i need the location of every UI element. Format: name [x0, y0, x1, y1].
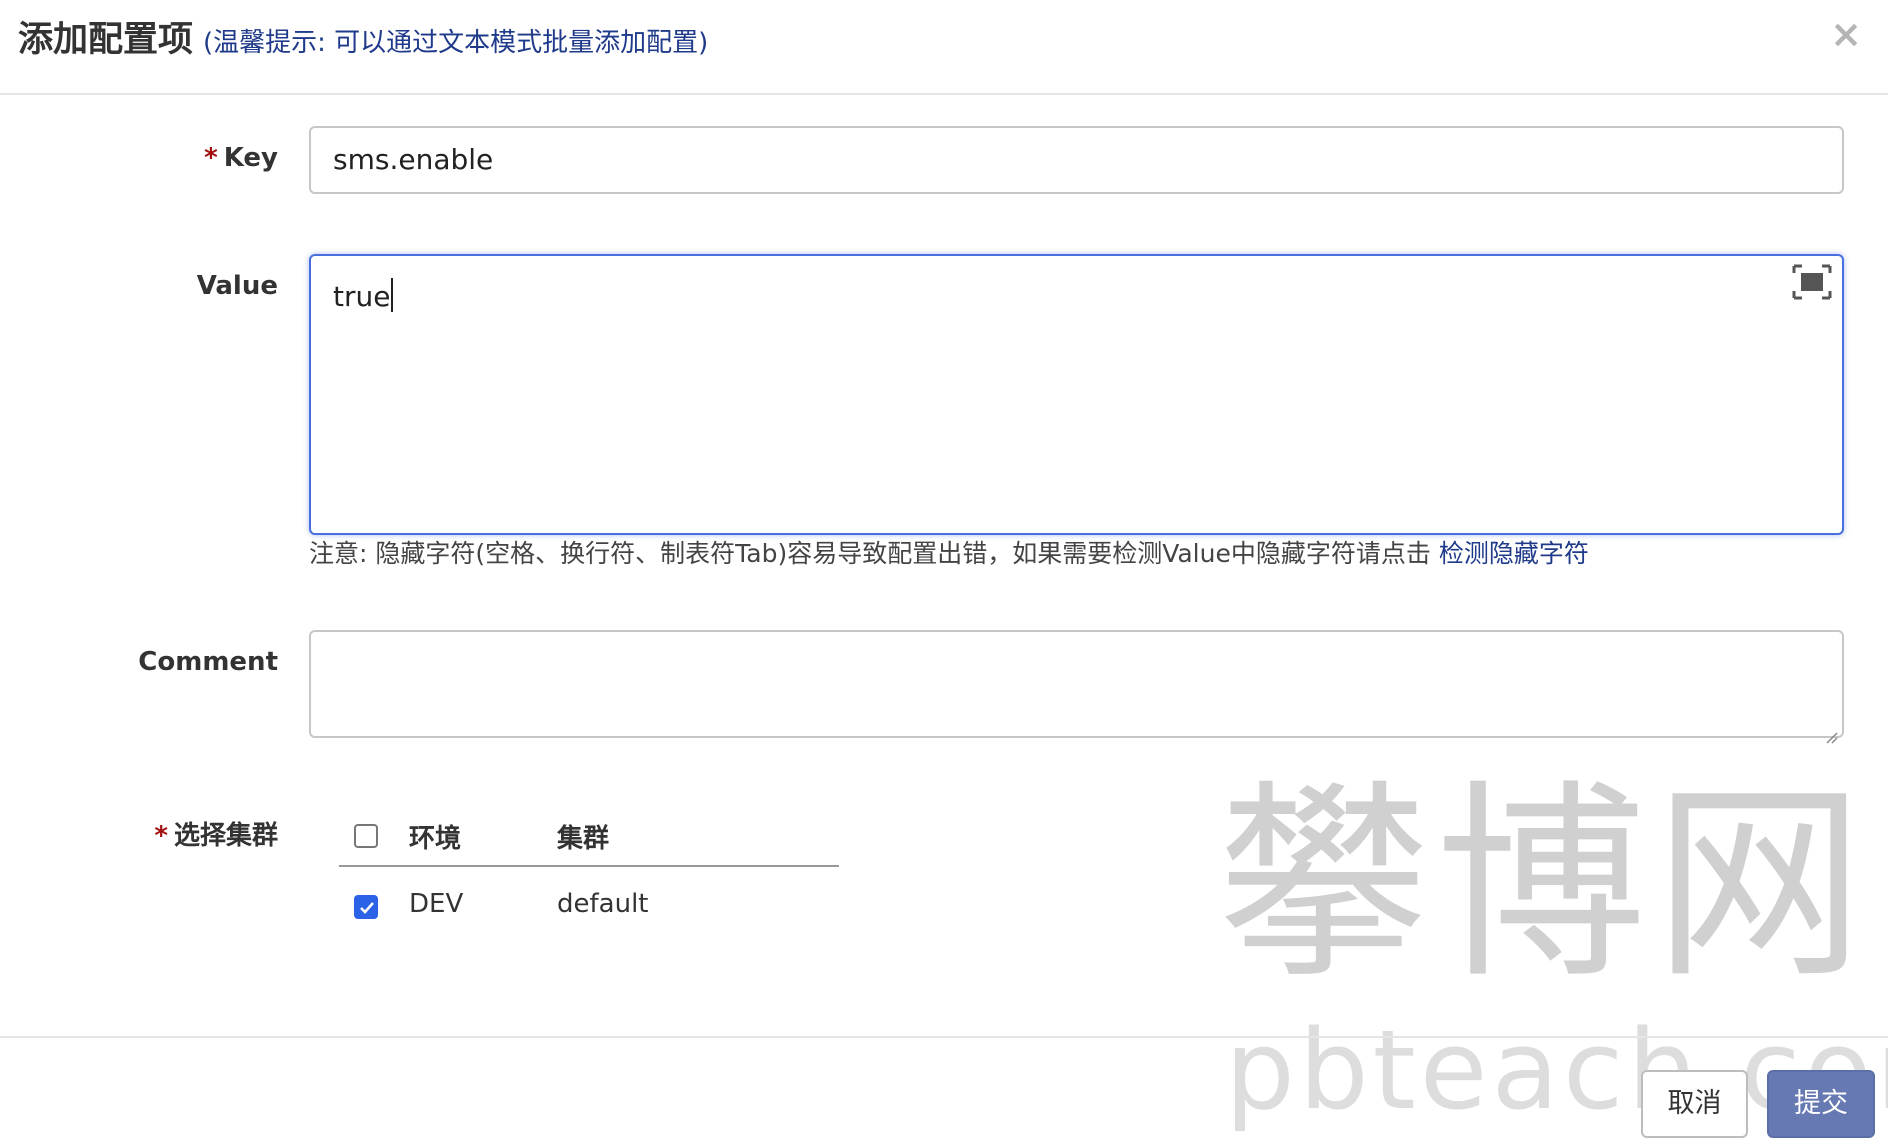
value-label: Value — [197, 271, 278, 301]
comment-label-text: Comment — [138, 647, 278, 677]
key-input-value: sms.enable — [333, 143, 494, 176]
modal-title-text: 添加配置项 — [18, 20, 194, 60]
cluster-table: 环境 集群 DEV default — [339, 812, 839, 939]
text-caret — [391, 278, 394, 312]
cluster-table-row[interactable]: DEV default — [339, 867, 839, 939]
modal-footer: 取消 提交 — [0, 1036, 1888, 1146]
detect-hidden-chars-link[interactable]: 检测隐藏字符 — [1439, 539, 1589, 568]
cluster-column-header: 集群 — [557, 824, 610, 854]
required-star: * — [204, 143, 218, 173]
key-label: * Key — [204, 143, 278, 173]
modal-title-tip: (温馨提示: 可以通过文本模式批量添加配置) — [203, 28, 709, 58]
comment-textarea[interactable] — [309, 630, 1844, 744]
select-all-checkbox[interactable] — [354, 824, 378, 848]
env-column-header: 环境 — [409, 824, 462, 854]
submit-button[interactable]: 提交 — [1767, 1070, 1875, 1138]
close-icon[interactable]: × — [1830, 12, 1862, 56]
value-textarea[interactable]: true — [309, 254, 1844, 535]
key-input[interactable]: sms.enable — [309, 126, 1844, 194]
cluster-label: * 选择集群 — [154, 815, 278, 852]
comment-label: Comment — [138, 647, 278, 677]
required-star: * — [154, 821, 168, 851]
hidden-char-note: 注意: 隐藏字符(空格、换行符、制表符Tab)容易导致配置出错，如果需要检测Va… — [309, 538, 1589, 570]
cluster-row-checkbox[interactable] — [354, 895, 378, 919]
checkmark-icon — [360, 902, 374, 914]
modal-header: 添加配置项 (温馨提示: 可以通过文本模式批量添加配置) × — [0, 0, 1888, 95]
cluster-row-cluster: default — [557, 889, 649, 919]
cluster-row-env: DEV — [409, 889, 464, 919]
cluster-table-header: 环境 集群 — [339, 812, 839, 867]
value-textarea-text: true — [333, 280, 391, 313]
fullscreen-icon[interactable] — [1792, 264, 1832, 300]
cluster-label-text: 选择集群 — [173, 821, 278, 851]
close-button[interactable]: × — [1830, 14, 1862, 54]
modal-title: 添加配置项 (温馨提示: 可以通过文本模式批量添加配置) — [18, 18, 708, 65]
cancel-button[interactable]: 取消 — [1641, 1070, 1748, 1138]
resize-handle-icon[interactable] — [1824, 718, 1838, 744]
key-label-text: Key — [223, 143, 278, 173]
hidden-char-note-text: 注意: 隐藏字符(空格、换行符、制表符Tab)容易导致配置出错，如果需要检测Va… — [309, 539, 1431, 568]
watermark-logo-text: 攀博网 — [1218, 762, 1873, 1007]
value-label-text: Value — [196, 271, 278, 301]
add-config-modal: 添加配置项 (温馨提示: 可以通过文本模式批量添加配置) × * Key sms.e… — [0, 0, 1888, 1146]
